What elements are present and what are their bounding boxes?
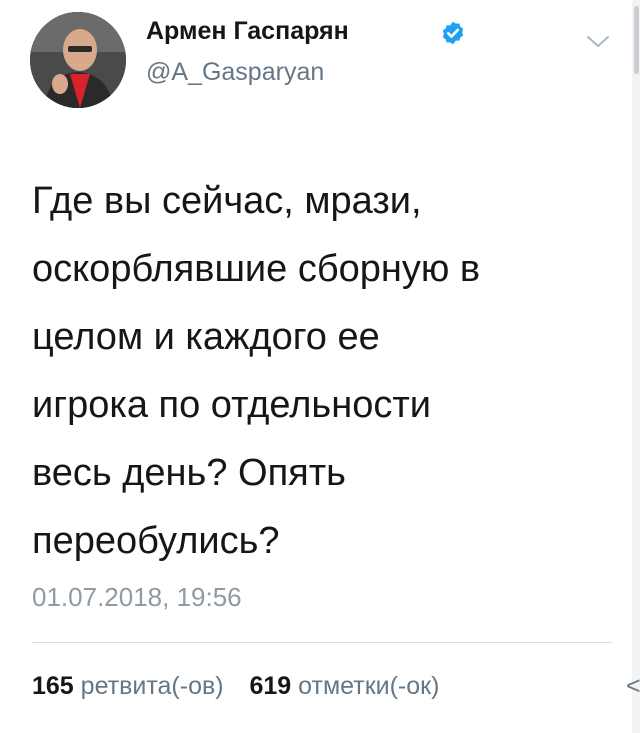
likes-label[interactable]: отметки(-ок) <box>298 672 439 700</box>
tweet-text-line: весь день? Опять <box>32 452 346 494</box>
retweets-count[interactable]: 165 <box>32 672 74 700</box>
tweet-text-line: оскорблявшие сборную в <box>32 248 481 290</box>
likes-count[interactable]: 619 <box>250 672 292 700</box>
tweet-text-line: целом и каждого ее <box>32 316 380 358</box>
tweet-text: Где вы сейчас, мрази, оскорблявшие сборн… <box>32 167 602 575</box>
tweet-text-line: игрока по отдельности <box>32 384 431 426</box>
tweet-stats: 165 ретвита(-ов) 619 отметки(-ок) <box>32 672 439 701</box>
retweets-label[interactable]: ретвита(-ов) <box>81 672 224 700</box>
chevron-down-icon[interactable] <box>586 34 610 50</box>
tweet-timestamp[interactable]: 01.07.2018, 19:56 <box>32 582 242 613</box>
author-display-name[interactable]: Армен Гаспарян <box>146 17 349 46</box>
verified-badge-icon <box>442 21 464 45</box>
divider <box>32 642 612 643</box>
scrollbar-track[interactable] <box>632 0 640 733</box>
tweet-text-line: переобулись? <box>32 520 280 562</box>
avatar[interactable] <box>30 12 126 108</box>
tweet-text-line: Где вы сейчас, мрази, <box>32 180 422 222</box>
author-handle[interactable]: @A_Gasparyan <box>146 58 324 87</box>
scrollbar-thumb[interactable] <box>634 6 639 74</box>
stats-overflow-glyph: < <box>626 672 640 700</box>
